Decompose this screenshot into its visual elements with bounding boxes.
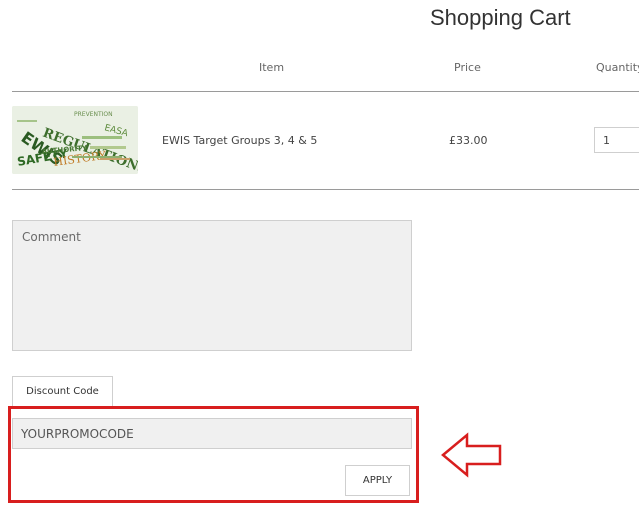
product-name[interactable]: EWIS Target Groups 3, 4 & 5 — [162, 134, 317, 147]
table-divider-top — [12, 91, 639, 92]
comment-field[interactable] — [12, 220, 412, 351]
cloud-word-prevention: PREVENTION — [74, 111, 113, 118]
promo-code-input[interactable] — [12, 418, 412, 449]
page-title: Shopping Cart — [430, 5, 571, 30]
left-arrow-outline-icon — [441, 432, 502, 478]
quantity-input[interactable] — [594, 127, 639, 153]
table-divider-bottom — [12, 189, 639, 190]
column-header-item: Item — [259, 61, 285, 74]
discount-code-tab[interactable]: Discount Code — [12, 376, 113, 406]
column-header-quantity: Quantity — [596, 61, 639, 74]
word-cloud-image: REGULATIONS EWIS SAFETY HISTORY AUTHORIT… — [12, 106, 138, 174]
product-price: £33.00 — [449, 134, 488, 147]
product-thumbnail[interactable]: REGULATIONS EWIS SAFETY HISTORY AUTHORIT… — [12, 106, 138, 174]
apply-button[interactable]: APPLY — [345, 465, 410, 496]
column-header-price: Price — [454, 61, 481, 74]
